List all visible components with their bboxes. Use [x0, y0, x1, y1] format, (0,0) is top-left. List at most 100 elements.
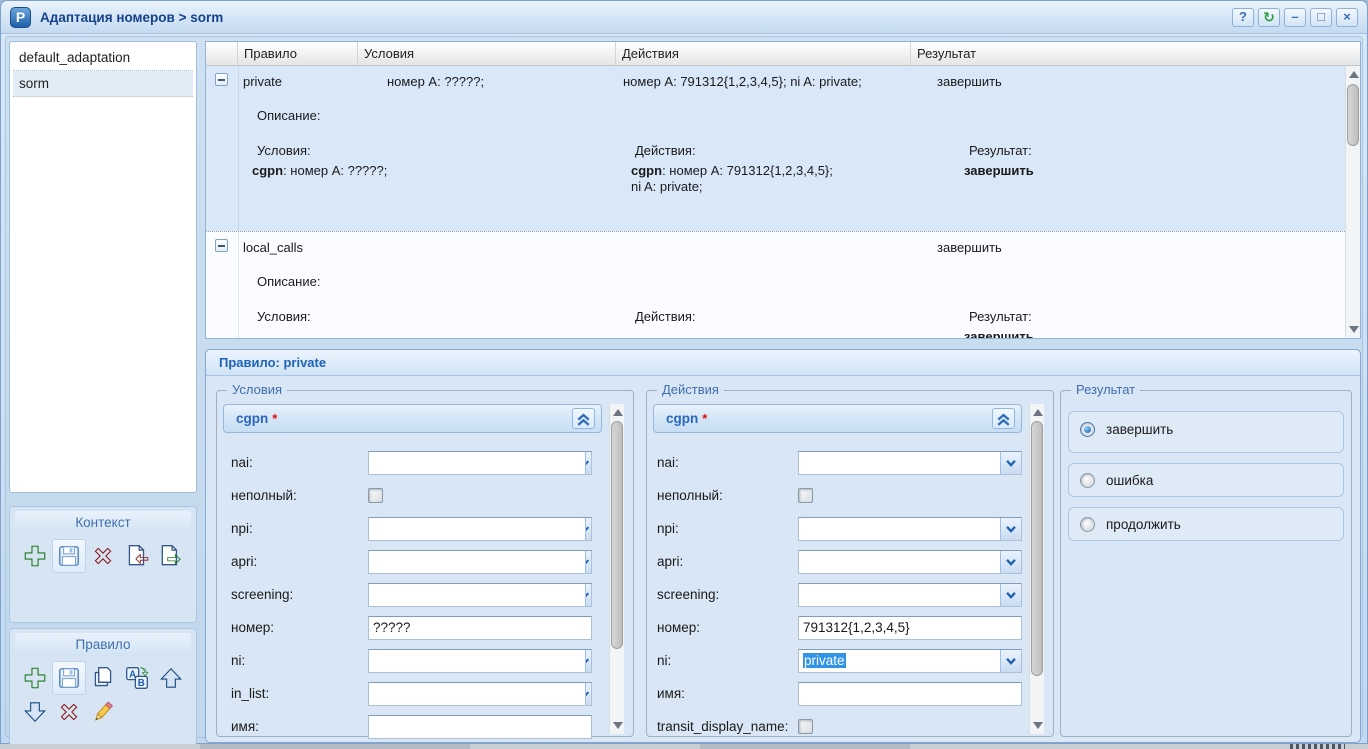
help-button[interactable]: ? — [1232, 8, 1254, 27]
copy-rule-button[interactable] — [86, 661, 120, 695]
conditions-legend: Условия — [227, 382, 287, 397]
refresh-button[interactable]: ↻ — [1258, 8, 1280, 27]
column-header-Результат[interactable]: Результат — [911, 42, 1360, 65]
result-detail: завершить — [964, 163, 1034, 178]
chevron-down-icon — [1004, 654, 1018, 668]
dropdown-trigger[interactable] — [585, 452, 591, 474]
combo-field[interactable] — [798, 517, 1022, 541]
edit-rule-button[interactable] — [86, 695, 120, 729]
delete-icon — [90, 543, 116, 569]
column-header-Действия[interactable]: Действия — [616, 42, 911, 65]
rule-toolbar-title: Правило — [15, 633, 191, 656]
combo-field[interactable] — [798, 583, 1022, 607]
collapse-button[interactable] — [992, 408, 1015, 429]
export-context-button[interactable] — [154, 539, 188, 573]
result-option-ошибка[interactable]: ошибка — [1068, 463, 1344, 497]
window-titlebar[interactable]: P Адаптация номеров > sorm ?↻–□× — [1, 1, 1367, 34]
edit-pencil-icon[interactable] — [170, 75, 187, 92]
scrollbar-thumb[interactable] — [611, 421, 623, 649]
move-rule-up-button[interactable] — [154, 661, 188, 695]
collapse-button[interactable] — [572, 408, 595, 429]
text-field[interactable] — [368, 715, 592, 739]
conditions-group-header[interactable]: cgpn * — [223, 404, 602, 433]
result-label: Результат: — [969, 143, 1032, 158]
rule-row-private[interactable]: privateномер А: ?????;номер А: 791312{1,… — [206, 66, 1345, 231]
column-header-Условия[interactable]: Условия — [358, 42, 616, 65]
result-option-продолжить[interactable]: продолжить — [1068, 507, 1344, 541]
dropdown-trigger[interactable] — [585, 683, 591, 705]
checkbox[interactable] — [798, 719, 813, 734]
dropdown-trigger[interactable] — [1000, 650, 1021, 672]
scroll-down-icon[interactable] — [613, 722, 623, 729]
collapse-row-icon[interactable] — [215, 73, 228, 86]
combo-field[interactable] — [368, 550, 592, 574]
text-field[interactable]: 791312{1,2,3,4,5} — [798, 616, 1022, 640]
scrollbar-thumb[interactable] — [1347, 84, 1359, 146]
dropdown-trigger[interactable] — [585, 650, 591, 672]
combo-field[interactable] — [368, 517, 592, 541]
dropdown-trigger[interactable] — [1000, 584, 1021, 606]
delete-context-button[interactable] — [86, 539, 120, 573]
actions-group-header[interactable]: cgpn * — [653, 404, 1022, 433]
radio-button[interactable] — [1080, 422, 1095, 437]
background-page-strip — [0, 744, 1368, 749]
dropdown-trigger[interactable] — [585, 551, 591, 573]
combo-field[interactable] — [798, 550, 1022, 574]
result-legend: Результат — [1071, 382, 1140, 397]
save-context-button[interactable] — [52, 539, 86, 573]
import-context-button[interactable] — [120, 539, 154, 573]
result-option-завершить[interactable]: завершить — [1068, 411, 1344, 453]
actions-label: Действия: — [635, 309, 696, 324]
scroll-down-icon[interactable] — [1349, 326, 1359, 333]
scroll-up-icon[interactable] — [613, 409, 623, 416]
combo-field[interactable] — [368, 451, 592, 475]
combo-field[interactable] — [368, 682, 592, 706]
window-title: Адаптация номеров > sorm — [40, 10, 223, 25]
rule-row-local_calls[interactable]: local_callsзавершитьОписание:Условия:Дей… — [206, 231, 1345, 339]
context-item-sorm[interactable]: sorm — [13, 71, 193, 97]
dropdown-trigger[interactable] — [1000, 452, 1021, 474]
scroll-up-icon[interactable] — [1349, 71, 1359, 78]
rename-rule-button[interactable] — [120, 661, 154, 695]
checkbox[interactable] — [798, 488, 813, 503]
minimize-button[interactable]: – — [1284, 8, 1306, 27]
dropdown-trigger[interactable] — [585, 584, 591, 606]
actions-scrollbar[interactable] — [1029, 404, 1044, 734]
dropdown-trigger[interactable] — [1000, 551, 1021, 573]
close-button[interactable]: × — [1336, 8, 1358, 27]
group-title: cgpn — [666, 411, 698, 426]
scrollbar-thumb[interactable] — [1031, 421, 1043, 676]
checkbox[interactable] — [368, 488, 383, 503]
delete-rule-button[interactable] — [52, 695, 86, 729]
conditions-scrollbar[interactable] — [609, 404, 624, 734]
maximize-button[interactable]: □ — [1310, 8, 1332, 27]
text-field[interactable]: ????? — [368, 616, 592, 640]
radio-button[interactable] — [1080, 473, 1095, 488]
context-item-default_adaptation[interactable]: default_adaptation — [13, 45, 193, 71]
edit-pencil-icon[interactable] — [170, 49, 187, 66]
field-label: transit_display_name: — [653, 719, 798, 734]
rules-table-scrollbar[interactable] — [1345, 66, 1360, 338]
scroll-up-icon[interactable] — [1033, 409, 1043, 416]
add-context-button[interactable] — [18, 539, 52, 573]
radio-button[interactable] — [1080, 517, 1095, 532]
save-rule-button[interactable] — [52, 661, 86, 695]
text-field[interactable] — [798, 682, 1022, 706]
context-list: default_adaptationsorm — [9, 41, 197, 493]
column-header-Правило[interactable]: Правило — [238, 42, 358, 65]
add-rule-button[interactable] — [18, 661, 52, 695]
combo-field[interactable] — [368, 583, 592, 607]
combo-field[interactable]: private — [798, 649, 1022, 673]
dropdown-trigger[interactable] — [585, 518, 591, 540]
collapse-row-icon[interactable] — [215, 239, 228, 252]
field-label: npi: — [653, 521, 798, 536]
move-rule-down-button[interactable] — [18, 695, 52, 729]
scroll-down-icon[interactable] — [1033, 722, 1043, 729]
combo-field[interactable] — [368, 649, 592, 673]
field-row-npi: npi: — [653, 512, 1022, 545]
dropdown-trigger[interactable] — [1000, 518, 1021, 540]
combo-field[interactable] — [798, 451, 1022, 475]
result-option-label: ошибка — [1106, 473, 1153, 488]
copy-icon — [90, 665, 116, 691]
column-header-expand[interactable] — [206, 42, 238, 65]
